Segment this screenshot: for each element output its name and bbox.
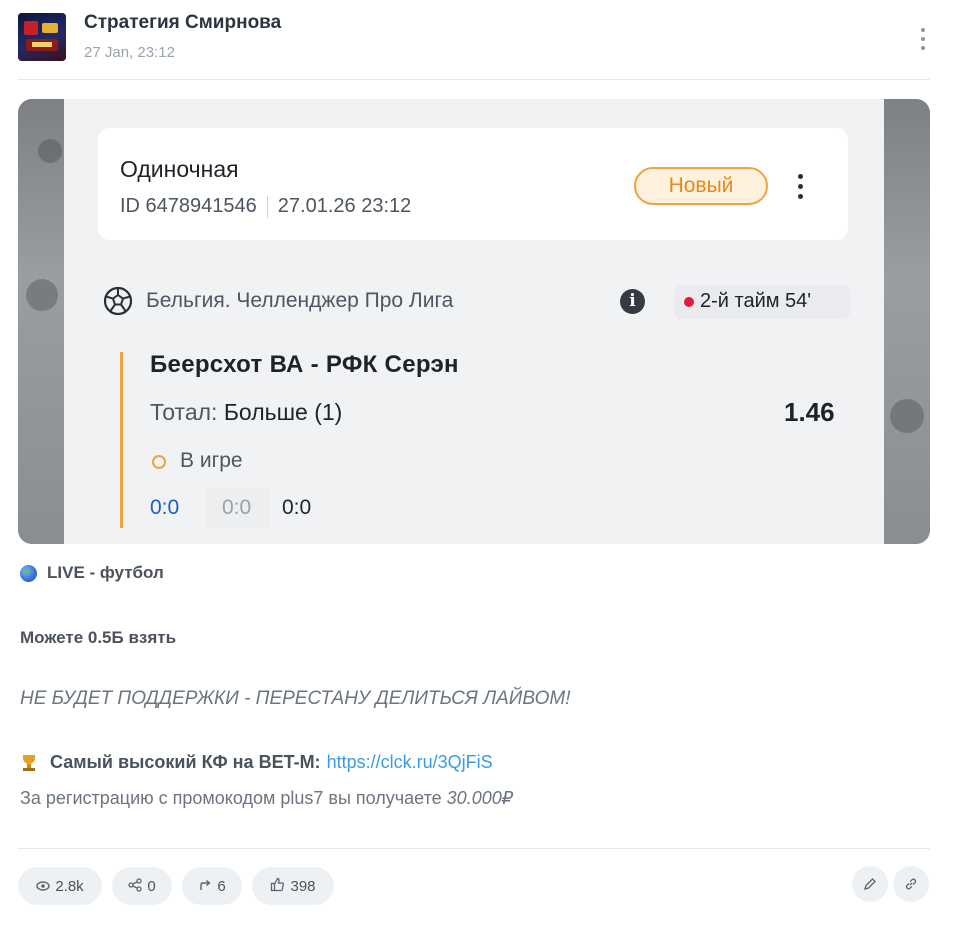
registration-text: За регистрацию с промокодом plus7 вы пол… bbox=[20, 788, 442, 808]
views-count: 2.8k bbox=[55, 877, 84, 895]
blurred-shape bbox=[26, 279, 58, 311]
blurred-shape bbox=[890, 399, 924, 433]
footer-divider bbox=[18, 848, 930, 849]
odds-value: 1.46 bbox=[784, 397, 835, 427]
event-accent-line bbox=[120, 352, 123, 528]
league-name: Бельгия. Челленджер Про Лига bbox=[146, 289, 454, 312]
header-divider bbox=[18, 79, 930, 80]
live-football-line: LIVE - футбол bbox=[20, 563, 164, 583]
likes-count: 398 bbox=[290, 877, 316, 895]
market-value: Больше (1) bbox=[223, 399, 343, 425]
bet-datetime: 27.01.26 23:12 bbox=[277, 195, 412, 217]
promo-line: Самый высокий КФ на BET-M: https://clck.… bbox=[20, 752, 493, 773]
trophy-icon bbox=[20, 754, 38, 772]
shares-counter[interactable]: 0 bbox=[112, 867, 172, 905]
edit-icon bbox=[864, 878, 876, 890]
soccer-ball-icon bbox=[103, 286, 133, 316]
event-name: Беерсхот ВА - РФК Серэн bbox=[150, 351, 459, 378]
live-status-pill: 2-й тайм 54' bbox=[674, 285, 850, 319]
bet-screenshot-image[interactable]: Одиночная ID 6478941546 27.01.26 23:12 Н… bbox=[18, 99, 930, 544]
bet-slip-panel: Одиночная ID 6478941546 27.01.26 23:12 Н… bbox=[64, 99, 884, 544]
live-dot-icon bbox=[684, 297, 694, 307]
bet-type-title: Одиночная bbox=[120, 156, 239, 182]
info-icon[interactable]: i bbox=[620, 289, 645, 314]
channel-name[interactable]: Стратегия Смирнова bbox=[84, 12, 281, 34]
likes-counter[interactable]: 398 bbox=[252, 867, 334, 905]
score-second-half: 0:0 bbox=[282, 496, 312, 519]
league-row: Бельгия. Челленджер Про Лига i 2-й тайм … bbox=[102, 285, 852, 319]
can-take-text: Можете 0.5Б взять bbox=[20, 628, 177, 647]
bet-header-card: Одиночная ID 6478941546 27.01.26 23:12 Н… bbox=[98, 128, 848, 240]
bet-meta: ID 6478941546 27.01.26 23:12 bbox=[120, 195, 411, 218]
post-header: Стратегия Смирнова 27 Jan, 23:12 bbox=[18, 10, 930, 70]
forward-icon bbox=[198, 878, 212, 895]
copy-link-button[interactable] bbox=[893, 866, 929, 902]
blurred-background-right bbox=[884, 99, 930, 544]
link-icon bbox=[905, 878, 917, 890]
share-icon bbox=[128, 877, 142, 895]
status-badge: Новый bbox=[634, 167, 768, 205]
registration-line: За регистрацию с промокодом plus7 вы пол… bbox=[20, 788, 513, 809]
meta-separator bbox=[266, 195, 268, 218]
score-first-half: 0:0 bbox=[222, 496, 252, 519]
bet-id: ID 6478941546 bbox=[120, 195, 257, 217]
bet-state-text: В игре bbox=[180, 449, 243, 472]
post-time: 27 Jan, 23:12 bbox=[84, 44, 175, 61]
forwards-count: 6 bbox=[217, 877, 226, 895]
registration-amount: 30.000₽ bbox=[446, 788, 514, 808]
live-football-text: LIVE - футбол bbox=[47, 563, 164, 582]
warning-text: НЕ БУДЕТ ПОДДЕРЖКИ - ПЕРЕСТАНУ ДЕЛИТЬСЯ … bbox=[20, 688, 571, 709]
forwards-counter[interactable]: 6 bbox=[182, 867, 242, 905]
market: Тотал: Больше (1) bbox=[150, 399, 342, 426]
channel-avatar[interactable] bbox=[18, 13, 66, 61]
thumbs-up-icon bbox=[270, 877, 285, 895]
post-menu-dots-icon[interactable] bbox=[916, 26, 930, 52]
views-counter[interactable]: 2.8k bbox=[18, 867, 102, 905]
bet-menu-dots-icon[interactable] bbox=[792, 172, 808, 202]
live-status-text: 2-й тайм 54' bbox=[700, 290, 812, 312]
market-label: Тотал: bbox=[150, 399, 218, 425]
blurred-shape bbox=[38, 139, 62, 163]
promo-bold-text: Самый высокий КФ на BET-M: bbox=[50, 752, 321, 772]
blurred-background-left bbox=[18, 99, 64, 544]
eye-icon bbox=[36, 878, 51, 894]
shares-count: 0 bbox=[147, 877, 156, 895]
score-total: 0:0 bbox=[150, 496, 180, 519]
promo-link[interactable]: https://clck.ru/3QjFiS bbox=[327, 752, 493, 773]
in-play-status-icon bbox=[152, 455, 166, 469]
edit-button[interactable] bbox=[852, 866, 888, 902]
globe-icon bbox=[20, 564, 37, 582]
